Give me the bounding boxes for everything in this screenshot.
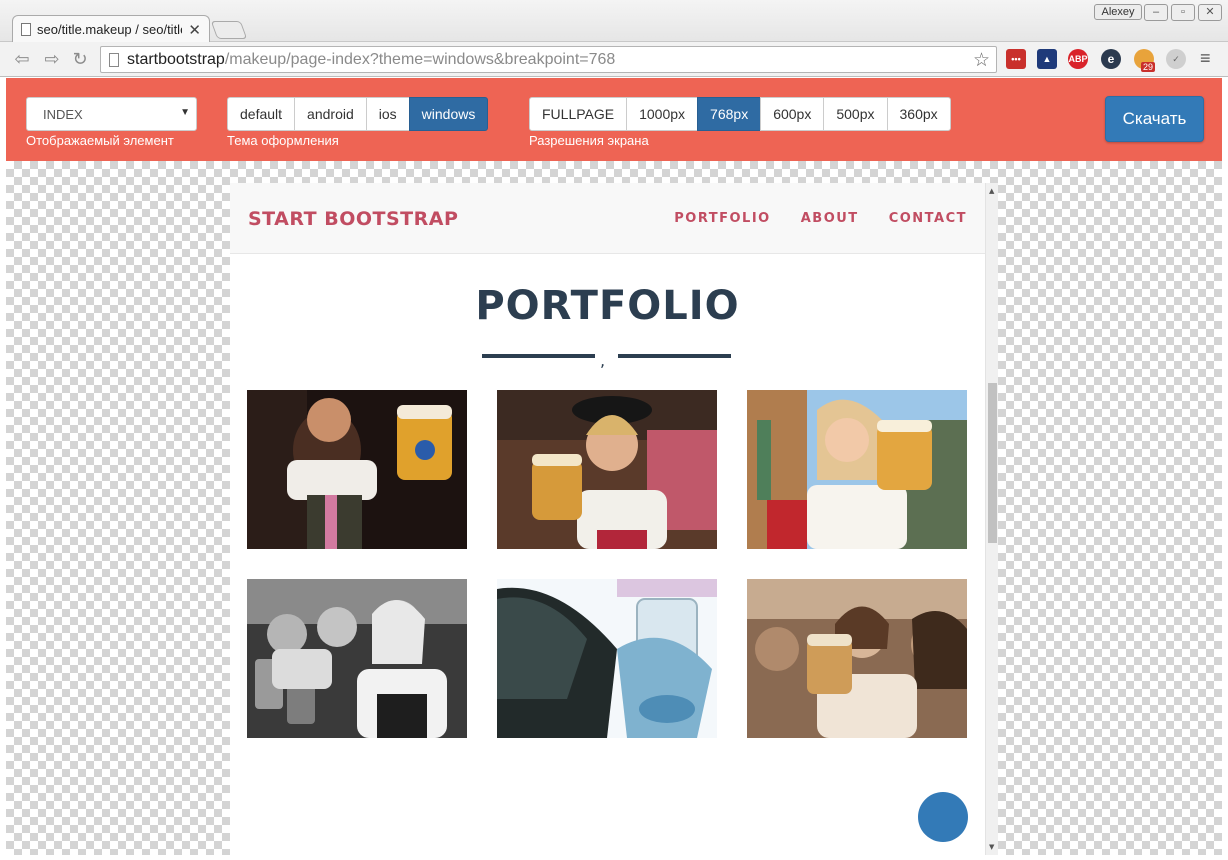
divider-line-right [618, 354, 731, 358]
close-tab-icon[interactable]: ✕ [188, 21, 201, 39]
resolution-768-button[interactable]: 768px [697, 97, 762, 131]
theme-windows-button[interactable]: windows [408, 97, 489, 131]
minimize-button[interactable]: – [1144, 4, 1168, 21]
portfolio-image [747, 390, 967, 549]
resolution-360-button[interactable]: 360px [886, 97, 951, 131]
close-window-button[interactable]: ✕ [1198, 4, 1222, 21]
ie-tab-extension-icon[interactable]: e [1101, 49, 1121, 69]
element-select-label: Отображаемый элемент [26, 133, 174, 148]
url-host: startbootstrap [127, 50, 225, 68]
reload-icon[interactable]: ↻ [68, 48, 92, 70]
resolution-600-button[interactable]: 600px [760, 97, 825, 131]
portfolio-image [497, 579, 717, 738]
preview-scrollbar[interactable]: ▲ ▼ [985, 183, 998, 855]
scroll-to-top-button[interactable] [918, 792, 968, 842]
portfolio-item[interactable] [497, 390, 717, 549]
page-icon [21, 23, 31, 36]
scroll-down-icon[interactable]: ▼ [989, 843, 994, 851]
browser-title-bar: seo/title.makeup / seo/title ✕ Alexey – … [0, 0, 1228, 43]
portfolio-image [747, 579, 967, 738]
pocket-extension-icon[interactable]: ••• [1006, 49, 1026, 69]
browser-toolbar: ⇦ ⇨ ↻ startbootstrap/makeup/page-index?t… [0, 42, 1228, 77]
theme-label: Тема оформления [227, 133, 339, 148]
control-panel: INDEX ▼ Отображаемый элемент default and… [6, 78, 1222, 161]
extension-badge: 29 [1141, 62, 1156, 72]
scrollbar-thumb[interactable] [988, 383, 997, 543]
adblock-icon[interactable]: ABP [1068, 49, 1088, 69]
menu-icon[interactable]: ≡ [1200, 49, 1216, 67]
element-select-value: INDEX [43, 107, 83, 122]
theme-android-button[interactable]: android [294, 97, 367, 131]
flag-extension-icon[interactable]: ▲ [1037, 49, 1057, 69]
portfolio-item[interactable] [747, 390, 967, 549]
divider-line-left [482, 354, 595, 358]
back-icon[interactable]: ⇦ [10, 48, 34, 70]
url-path: /makeup/page-index?theme=windows&breakpo… [224, 50, 616, 68]
preview-frame: START BOOTSTRAP PORTFOLIO ABOUT CONTACT … [230, 183, 998, 855]
theme-default-button[interactable]: default [227, 97, 296, 131]
page-icon [109, 52, 119, 67]
portfolio-item[interactable] [497, 579, 717, 738]
site-brand[interactable]: START BOOTSTRAP [248, 208, 458, 230]
portfolio-image [497, 390, 717, 549]
portfolio-image [247, 390, 467, 549]
tab-title: seo/title.makeup / seo/title [37, 22, 183, 37]
resolution-1000-button[interactable]: 1000px [626, 97, 699, 131]
portfolio-item[interactable] [247, 390, 467, 549]
theme-ios-button[interactable]: ios [365, 97, 410, 131]
site-navbar: START BOOTSTRAP PORTFOLIO ABOUT CONTACT [230, 183, 985, 254]
maximize-button[interactable]: ▫ [1171, 4, 1195, 21]
nav-contact-link[interactable]: CONTACT [889, 211, 967, 226]
element-select[interactable]: INDEX ▼ [26, 97, 197, 131]
resolution-500-button[interactable]: 500px [823, 97, 888, 131]
nav-portfolio-link[interactable]: PORTFOLIO [674, 211, 770, 226]
theme-button-group: default android ios windows [227, 97, 489, 131]
browser-tab[interactable]: seo/title.makeup / seo/title ✕ [12, 15, 210, 43]
resolution-label: Разрешения экрана [529, 133, 649, 148]
portfolio-item[interactable] [247, 579, 467, 738]
profile-button[interactable]: Alexey [1094, 4, 1142, 20]
resolution-button-group: FULLPAGE 1000px 768px 600px 500px 360px [529, 97, 951, 131]
section-title: PORTFOLIO [475, 283, 740, 329]
resolution-fullpage-button[interactable]: FULLPAGE [529, 97, 628, 131]
check-extension-icon[interactable]: ✓ [1166, 49, 1186, 69]
divider-mark: , [600, 351, 606, 370]
nav-about-link[interactable]: ABOUT [801, 211, 859, 226]
scroll-up-icon[interactable]: ▲ [989, 187, 994, 195]
chevron-down-icon: ▼ [180, 107, 190, 118]
portfolio-image [247, 579, 467, 738]
portfolio-item[interactable] [747, 579, 967, 738]
download-button[interactable]: Скачать [1105, 96, 1204, 142]
preview-stage: START BOOTSTRAP PORTFOLIO ABOUT CONTACT … [6, 161, 1222, 855]
address-bar[interactable]: startbootstrap/makeup/page-index?theme=w… [100, 46, 997, 73]
bookmark-star-icon[interactable]: ☆ [973, 49, 990, 72]
forward-icon[interactable]: ⇨ [40, 48, 64, 70]
new-tab-button[interactable] [210, 21, 248, 39]
